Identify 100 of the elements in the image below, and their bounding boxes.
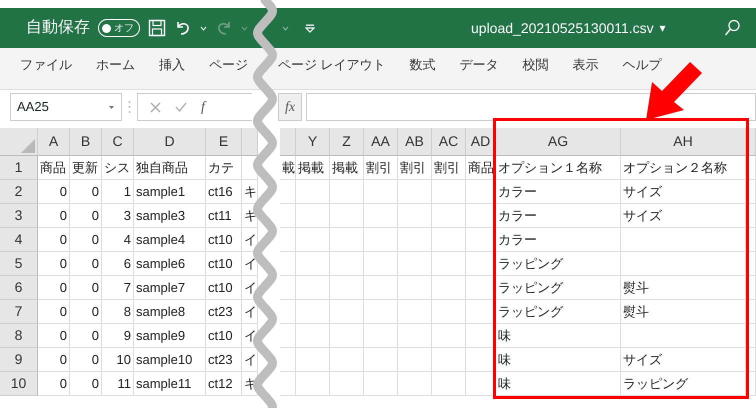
- ribbon-tab[interactable]: ホーム: [96, 54, 135, 74]
- empty-cell: [296, 204, 330, 228]
- table-cell: 0: [70, 324, 102, 348]
- ribbon-tab[interactable]: 校閲: [522, 54, 549, 74]
- ribbon-tab[interactable]: 挿入: [159, 54, 185, 74]
- table-cell: ct10: [206, 252, 242, 276]
- table-cell: 0: [70, 300, 102, 324]
- file-name[interactable]: upload_20210525130011.csv: [471, 18, 654, 38]
- ribbon-tab[interactable]: ページ: [209, 54, 248, 74]
- customize-icon[interactable]: [305, 24, 315, 32]
- column-header[interactable]: B: [70, 128, 102, 156]
- table-cell: 9: [102, 324, 134, 348]
- empty-cell: [432, 324, 466, 348]
- column-header[interactable]: E: [206, 128, 242, 156]
- name-box[interactable]: AA25: [10, 93, 122, 121]
- table-cell: 3: [102, 204, 134, 228]
- check-icon[interactable]: [175, 102, 187, 112]
- table-cell: sample1: [134, 180, 206, 204]
- table-cell: sample7: [134, 276, 206, 300]
- ribbon-tab[interactable]: 表示: [572, 54, 599, 74]
- caret-icon: [241, 26, 248, 30]
- row-header[interactable]: 3: [0, 204, 38, 228]
- table-cell: オプション１名称: [496, 156, 621, 180]
- column-header[interactable]: AA: [364, 128, 398, 156]
- table-cell: ct10: [206, 276, 242, 300]
- cell-reference: AA25: [17, 98, 49, 116]
- ribbon-tab[interactable]: ファイル: [20, 54, 72, 74]
- undo-icon[interactable]: [174, 19, 192, 37]
- table-cell: 0: [70, 372, 102, 396]
- cancel-icon[interactable]: [150, 102, 161, 112]
- table-cell: 味: [496, 324, 621, 348]
- table-cell: 掲載: [330, 156, 364, 180]
- row-header[interactable]: 9: [0, 348, 38, 372]
- empty-cell: [364, 348, 398, 372]
- table-cell: サイズ: [621, 348, 746, 372]
- table-cell: 熨斗: [621, 300, 746, 324]
- column-header[interactable]: C: [102, 128, 134, 156]
- column-header[interactable]: AG: [496, 128, 621, 156]
- table-cell: 0: [70, 252, 102, 276]
- caret-icon[interactable]: [200, 26, 207, 30]
- column-header[interactable]: AD: [466, 128, 496, 156]
- table-cell: sample10: [134, 348, 206, 372]
- column-header[interactable]: AH: [621, 128, 746, 156]
- table-cell: sample3: [134, 204, 206, 228]
- empty-cell: [432, 204, 466, 228]
- table-cell: 載: [280, 156, 296, 180]
- table-cell: キ: [242, 204, 258, 228]
- column-header[interactable]: D: [134, 128, 206, 156]
- search-icon[interactable]: [724, 19, 740, 37]
- table-cell: 0: [38, 324, 70, 348]
- empty-cell: [280, 324, 296, 348]
- ribbon-tab[interactable]: ヘルプ: [622, 54, 662, 74]
- table-cell: ct23: [206, 348, 242, 372]
- row-header[interactable]: 5: [0, 252, 38, 276]
- autosave-toggle[interactable]: オフ: [98, 19, 140, 37]
- table-cell: sample11: [134, 372, 206, 396]
- caret-icon[interactable]: ▾: [660, 19, 666, 37]
- table-cell: イ: [242, 228, 258, 252]
- table-cell: ラッピング: [496, 300, 621, 324]
- table-cell: 0: [38, 204, 70, 228]
- empty-cell: [280, 252, 296, 276]
- table-cell: 0: [38, 348, 70, 372]
- table-cell: ct11: [206, 204, 242, 228]
- empty-cell: [280, 348, 296, 372]
- row-header[interactable]: 8: [0, 324, 38, 348]
- table-cell: 商品: [466, 156, 496, 180]
- row-header[interactable]: 10: [0, 372, 38, 396]
- caret-icon[interactable]: [108, 104, 115, 110]
- table-cell: 10: [102, 348, 134, 372]
- row-header[interactable]: 2: [0, 180, 38, 204]
- table-cell: 割引: [364, 156, 398, 180]
- empty-cell: [432, 180, 466, 204]
- table-cell: ct12: [206, 372, 242, 396]
- column-header[interactable]: AC: [432, 128, 466, 156]
- column-header[interactable]: AB: [398, 128, 432, 156]
- empty-cell: [280, 228, 296, 252]
- row-header[interactable]: 4: [0, 228, 38, 252]
- table-cell: ct23: [206, 300, 242, 324]
- row-header[interactable]: 1: [0, 156, 38, 180]
- empty-cell: [364, 180, 398, 204]
- column-header[interactable]: Y: [296, 128, 330, 156]
- table-cell: ラッピング: [496, 276, 621, 300]
- empty-cell: [746, 276, 756, 300]
- table-cell: 0: [70, 276, 102, 300]
- column-header[interactable]: Z: [330, 128, 364, 156]
- save-icon[interactable]: [148, 19, 166, 37]
- empty-cell: [296, 324, 330, 348]
- insert-function-button[interactable]: fx: [278, 93, 302, 121]
- empty-cell: [330, 228, 364, 252]
- table-cell: イ: [242, 276, 258, 300]
- ribbon-tab[interactable]: ページ レイアウト: [278, 54, 386, 74]
- row-header[interactable]: 6: [0, 276, 38, 300]
- function-label[interactable]: f: [201, 96, 205, 118]
- empty-cell: [330, 300, 364, 324]
- empty-cell: [330, 204, 364, 228]
- row-header[interactable]: 7: [0, 300, 38, 324]
- column-header[interactable]: A: [38, 128, 70, 156]
- empty-cell: [398, 324, 432, 348]
- ribbon-tab[interactable]: 数式: [410, 54, 436, 74]
- ribbon-tab[interactable]: データ: [460, 54, 499, 74]
